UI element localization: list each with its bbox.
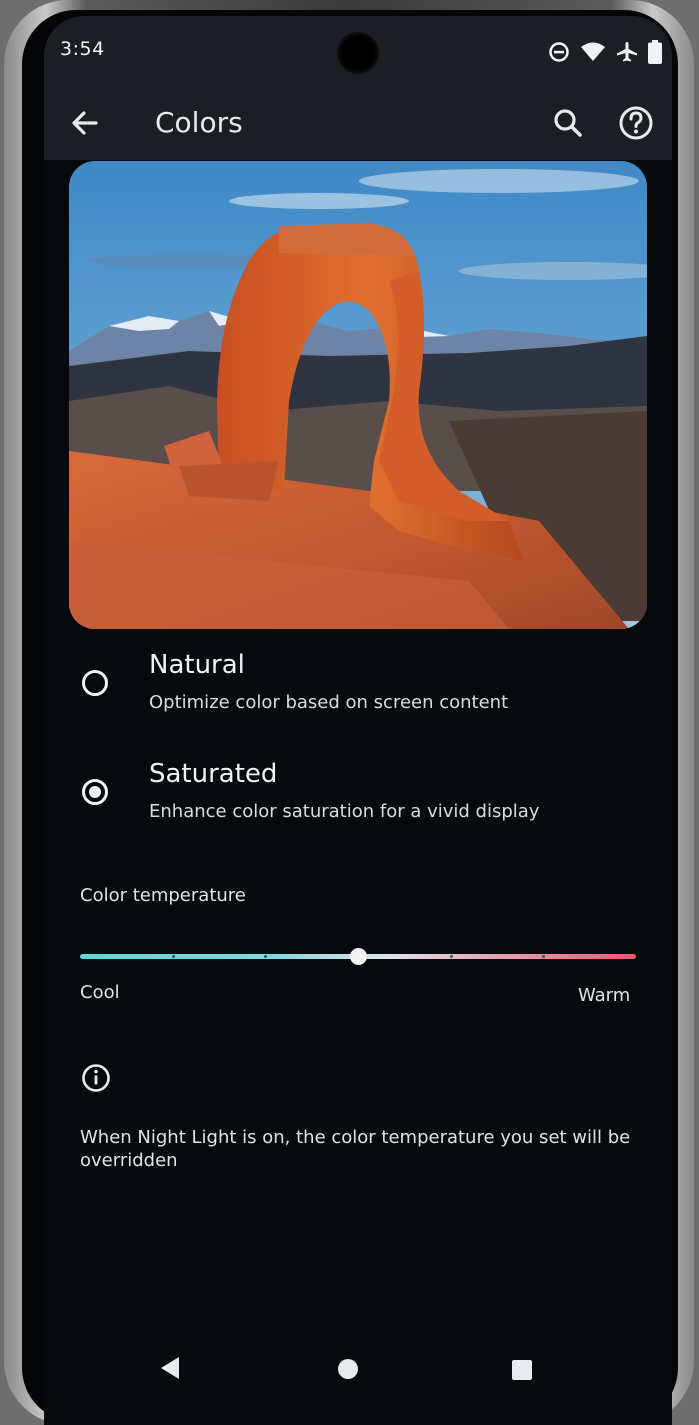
radio-natural[interactable] (82, 670, 108, 696)
app-bar: Colors (44, 86, 672, 160)
wifi-icon (581, 42, 605, 61)
search-icon[interactable] (549, 104, 587, 142)
option-subtitle: Enhance color saturation for a vivid dis… (149, 801, 540, 822)
option-subtitle: Optimize color based on screen content (149, 692, 509, 713)
option-saturated[interactable]: Saturated Enhance color saturation for a… (64, 757, 644, 837)
slider-tick (171, 955, 175, 958)
arrow-back-icon[interactable] (66, 104, 104, 142)
info-icon (82, 1064, 110, 1092)
phone-frame: 3:54 Colors Natural Optimize color based… (4, 0, 694, 1425)
cool-label: Cool (80, 982, 120, 1003)
screen: 3:54 Colors Natural Optimize color based… (44, 16, 672, 1425)
page-title: Colors (155, 106, 243, 139)
radio-saturated[interactable] (82, 779, 108, 805)
landscape-illustration (69, 161, 647, 629)
slider-tick (449, 955, 453, 958)
front-camera (337, 32, 379, 74)
navigation-bar (44, 1326, 672, 1406)
battery-icon (648, 40, 662, 64)
do-not-disturb-icon (549, 42, 569, 62)
status-bar: 3:54 (44, 16, 672, 86)
slider-thumb[interactable] (349, 948, 367, 965)
nav-back-icon[interactable] (159, 1356, 181, 1380)
help-icon[interactable] (615, 102, 657, 144)
night-light-info-text: When Night Light is on, the color temper… (80, 1127, 631, 1171)
status-icons (548, 40, 662, 64)
nav-home-icon[interactable] (338, 1359, 358, 1379)
option-title: Saturated (149, 759, 278, 789)
status-time: 3:54 (60, 38, 105, 60)
warm-label: Warm (578, 985, 631, 1006)
option-title: Natural (149, 650, 245, 680)
color-temperature-label: Color temperature (80, 885, 246, 906)
color-preview-image (69, 161, 647, 629)
option-natural[interactable]: Natural Optimize color based on screen c… (64, 648, 644, 728)
nav-recents-icon[interactable] (512, 1360, 532, 1380)
airplane-mode-icon (617, 42, 637, 62)
color-temperature-slider[interactable] (80, 942, 636, 972)
